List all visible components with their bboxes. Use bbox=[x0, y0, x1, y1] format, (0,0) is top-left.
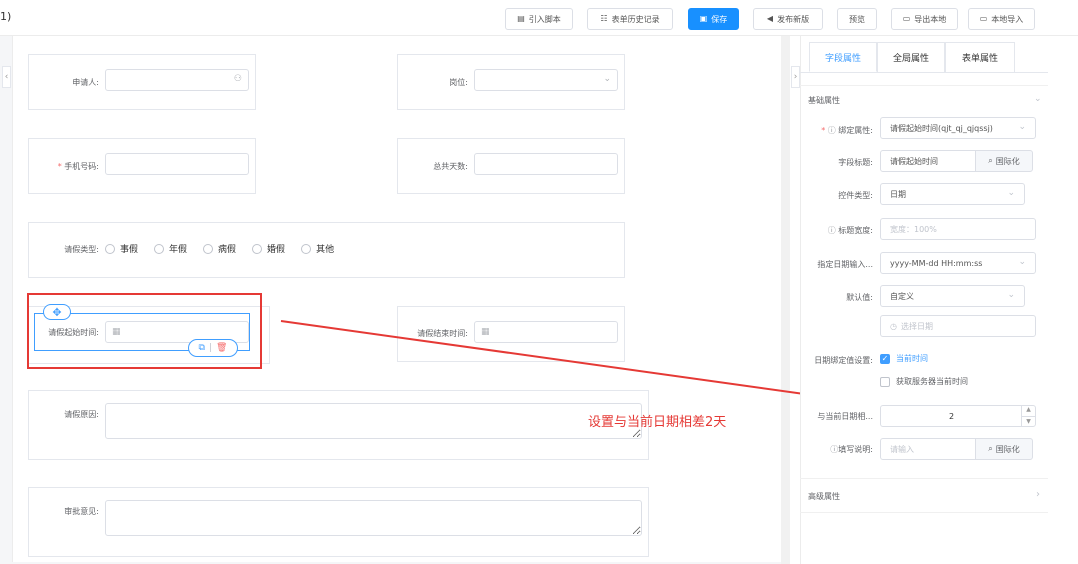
section-divider bbox=[800, 85, 1048, 86]
date-diff-stepper[interactable]: ▲ ▼ bbox=[1021, 405, 1035, 427]
help-icon: ⓘ bbox=[827, 126, 836, 135]
chevron-down-icon: ⌄ bbox=[1007, 290, 1015, 300]
default-value-label: 默认值: bbox=[846, 293, 873, 302]
tab-field-props[interactable]: 字段属性 bbox=[809, 42, 877, 72]
field-title-label: 字段标题: bbox=[838, 158, 873, 167]
collapse-right-handle[interactable]: › bbox=[791, 66, 800, 88]
annotation-text: 设置与当前日期相差2天 bbox=[588, 415, 727, 430]
date-diff-label: 与当前日期相... bbox=[817, 412, 873, 421]
tab-global-props[interactable]: 全局属性 bbox=[877, 42, 945, 72]
default-value-select[interactable]: 自定义 ⌄ bbox=[880, 285, 1025, 307]
field-title-input[interactable]: 请假起始时间 bbox=[880, 150, 976, 172]
advanced-section-title[interactable]: 高级属性 bbox=[808, 491, 840, 502]
chevron-up-icon[interactable]: ▲ bbox=[1022, 405, 1035, 416]
chevron-down-icon[interactable]: ⌄ bbox=[1034, 94, 1042, 104]
section-divider bbox=[800, 478, 1048, 479]
control-type-select[interactable]: 日期 ⌄ bbox=[880, 183, 1025, 205]
chevron-down-icon: ⌄ bbox=[1007, 188, 1015, 198]
clock-icon: ◷ bbox=[890, 321, 897, 331]
chevron-down-icon: ⌄ bbox=[1018, 122, 1026, 132]
title-width-input[interactable]: 宽度：100% bbox=[880, 218, 1036, 240]
search-icon: ⌕ bbox=[988, 156, 993, 165]
section-divider bbox=[800, 512, 1048, 513]
fill-note-label: ⓘ填写说明: bbox=[830, 445, 873, 454]
chevron-down-icon: ⌄ bbox=[1018, 257, 1026, 267]
chevron-right-icon[interactable]: › bbox=[1036, 489, 1040, 500]
server-time-checkbox[interactable]: 获取服务器当前时间 bbox=[880, 376, 968, 387]
search-icon: ⌕ bbox=[988, 444, 993, 453]
i18n-button[interactable]: ⌕ 国际化 bbox=[975, 150, 1033, 172]
chevron-right-icon: › bbox=[793, 72, 798, 82]
date-diff-input[interactable]: 2 bbox=[880, 405, 1036, 427]
default-date-picker[interactable]: ◷ 选择日期 bbox=[880, 315, 1036, 337]
date-bind-label: 日期绑定值设置: bbox=[814, 356, 873, 365]
control-type-label: 控件类型: bbox=[838, 191, 873, 200]
title-width-label: ⓘ 标题宽度: bbox=[827, 226, 873, 235]
tab-form-props[interactable]: 表单属性 bbox=[945, 42, 1015, 72]
tab-divider bbox=[800, 72, 1048, 73]
bind-select[interactable]: 请假起始时间(qjt_qj_qjqssj) ⌄ bbox=[880, 117, 1036, 139]
check-icon: ✓ bbox=[880, 353, 890, 364]
fill-note-input[interactable]: 请输入 bbox=[880, 438, 976, 460]
basic-section-title[interactable]: 基础属性 bbox=[808, 95, 840, 106]
date-format-select[interactable]: yyyy-MM-dd HH:mm:ss ⌄ bbox=[880, 252, 1036, 274]
current-time-checkbox[interactable]: ✓ 当前时间 bbox=[880, 353, 928, 364]
checkbox-icon bbox=[880, 376, 890, 387]
help-icon: ⓘ bbox=[827, 226, 836, 235]
date-format-label: 指定日期输入... bbox=[817, 260, 873, 269]
chevron-down-icon[interactable]: ▼ bbox=[1022, 415, 1035, 428]
bind-label: * ⓘ 绑定属性: bbox=[821, 126, 873, 135]
i18n-button[interactable]: ⌕ 国际化 bbox=[975, 438, 1033, 460]
